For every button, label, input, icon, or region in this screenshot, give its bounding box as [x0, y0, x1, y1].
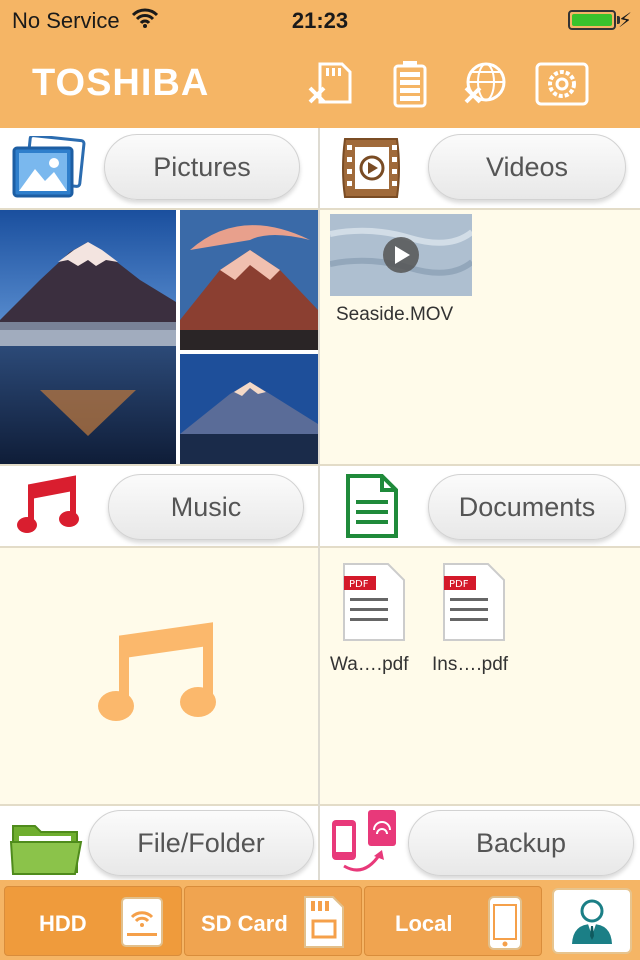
pictures-icon — [8, 132, 88, 204]
status-bar: No Service 21:23 ⚡ — [0, 0, 640, 40]
tab-local-label: Local — [395, 911, 453, 936]
sd-card-disconnect-icon — [308, 62, 352, 104]
network-disconnect-button[interactable] — [458, 58, 514, 110]
pictures-header: Pictures — [0, 128, 318, 210]
battery-fill — [572, 14, 612, 26]
file-folder-row: File/Folder — [0, 804, 318, 880]
videos-header: Videos — [320, 128, 640, 210]
document-file-name[interactable]: Ins….pdf — [432, 654, 508, 676]
svg-text:PDF: PDF — [349, 579, 369, 590]
music-header: Music — [0, 464, 318, 548]
user-profile-icon — [572, 899, 612, 944]
tab-hdd-label: HDD — [39, 911, 87, 936]
svg-text:PDF: PDF — [449, 579, 469, 590]
music-content — [0, 548, 318, 804]
battery-icon — [393, 61, 427, 108]
bottom-tab-bar: HDD SD Card Local — [0, 880, 640, 960]
music-note-icon — [8, 470, 88, 542]
carrier-label: No Service — [12, 8, 120, 33]
document-file-name[interactable]: Wa….pdf — [330, 654, 409, 676]
backup-row: Backup — [320, 804, 640, 880]
sd-card-icon — [304, 896, 344, 948]
music-placeholder-icon — [98, 622, 216, 721]
settings-button[interactable] — [534, 58, 590, 110]
videos-button[interactable]: Videos — [428, 134, 626, 200]
wifi-icon — [131, 8, 158, 34]
tab-sd-card-label: SD Card — [201, 911, 288, 936]
sd-card-disconnect-button[interactable] — [304, 58, 360, 110]
documents-header: Documents — [320, 464, 640, 548]
photo-thumbnail[interactable] — [180, 210, 318, 350]
brand-logo: TOSHIBA — [32, 62, 210, 104]
videos-content: Seaside.MOV — [320, 210, 640, 464]
pictures-button[interactable]: Pictures — [104, 134, 300, 200]
document-icon — [332, 470, 412, 542]
documents-button[interactable]: Documents — [428, 474, 626, 540]
folder-icon — [6, 810, 86, 882]
tab-sd-card[interactable]: SD Card — [184, 886, 362, 956]
backup-button[interactable]: Backup — [408, 810, 634, 876]
video-file-name[interactable]: Seaside.MOV — [336, 304, 453, 326]
smartphone-icon — [488, 896, 522, 950]
hdd-wifi-icon — [121, 897, 163, 947]
file-folder-button[interactable]: File/Folder — [88, 810, 314, 876]
photo-thumbnail[interactable] — [0, 210, 176, 464]
battery-status-button[interactable] — [382, 58, 438, 110]
music-button[interactable]: Music — [108, 474, 304, 540]
pdf-file-icon[interactable]: PDF — [440, 560, 508, 644]
videos-icon — [332, 132, 412, 204]
pictures-content — [0, 210, 318, 464]
video-thumbnail[interactable] — [330, 214, 472, 296]
battery-icon — [568, 10, 616, 30]
network-disconnect-icon — [464, 62, 506, 104]
charging-icon: ⚡ — [617, 10, 632, 32]
app-header: TOSHIBA — [0, 40, 640, 128]
photo-thumbnail[interactable] — [180, 354, 318, 464]
tab-local[interactable]: Local — [364, 886, 542, 956]
pdf-file-icon[interactable]: PDF — [340, 560, 408, 644]
documents-content: PDF Wa….pdf PDF Ins….pdf — [320, 548, 640, 804]
account-button[interactable] — [552, 888, 632, 954]
settings-icon — [535, 62, 589, 106]
backup-icon — [326, 808, 406, 880]
tab-hdd[interactable]: HDD — [4, 886, 182, 956]
